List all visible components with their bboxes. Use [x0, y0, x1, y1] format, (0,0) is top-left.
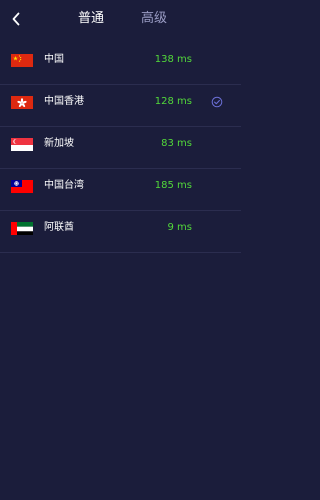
server-name: 阿联酋: [44, 222, 74, 233]
hong-kong-flag-icon: [11, 95, 33, 109]
back-button[interactable]: [8, 9, 24, 29]
server-row-uae[interactable]: 阿联酋 9 ms: [0, 211, 241, 253]
server-row-taiwan[interactable]: 中国台湾 185 ms: [0, 169, 241, 211]
server-row-hong-kong[interactable]: 中国香港 128 ms: [0, 85, 241, 127]
server-row-singapore[interactable]: 新加坡 83 ms: [0, 127, 241, 169]
server-name: 中国台湾: [44, 180, 84, 191]
header-bar: 普通 高级: [0, 0, 241, 38]
chevron-left-icon: [12, 12, 20, 26]
tab-advanced[interactable]: 高级: [141, 11, 167, 27]
singapore-flag-icon: [11, 137, 33, 151]
uae-flag-icon: [11, 221, 33, 235]
server-name: 新加坡: [44, 138, 74, 149]
server-list: 中国 138 ms 中国香港 128 ms 新加坡 83 ms 中国台湾 185…: [0, 43, 241, 253]
server-name: 中国: [44, 54, 64, 65]
check-circle-icon: [211, 96, 223, 108]
tab-normal[interactable]: 普通: [78, 11, 104, 27]
china-flag-icon: [11, 53, 33, 67]
server-latency: 185 ms: [154, 180, 192, 191]
server-latency: 9 ms: [167, 222, 193, 233]
taiwan-flag-icon: [11, 179, 33, 193]
server-latency: 138 ms: [154, 54, 192, 65]
server-latency: 83 ms: [161, 138, 192, 149]
server-latency: 128 ms: [154, 96, 192, 107]
server-row-china[interactable]: 中国 138 ms: [0, 43, 241, 85]
server-name: 中国香港: [44, 96, 84, 107]
